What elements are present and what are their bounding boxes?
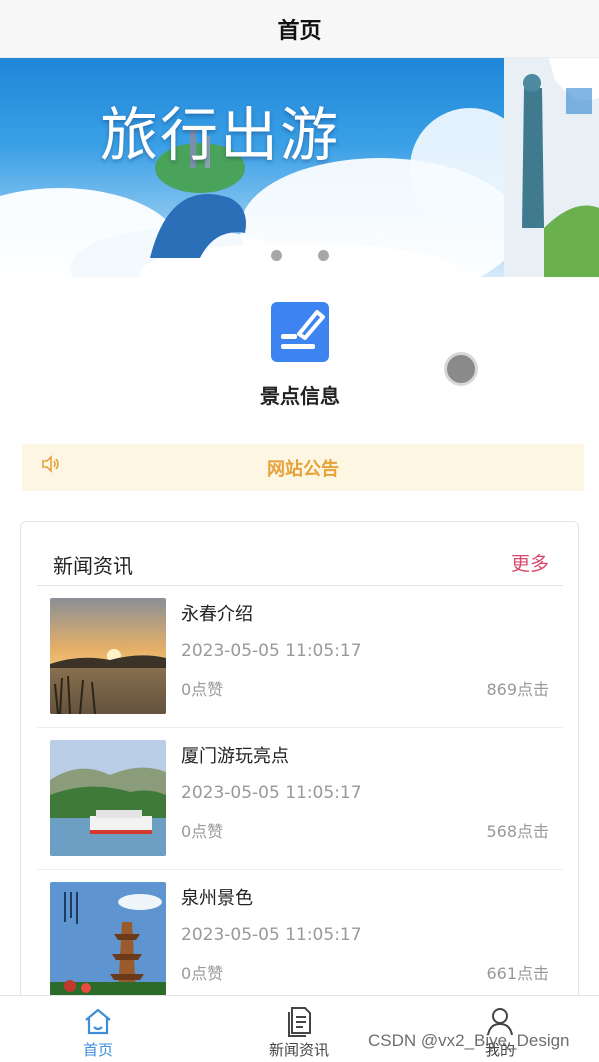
top-bar: 首页 [0,0,599,58]
news-item-time: 2023-05-05 11:05:17 [181,641,362,661]
carousel-dot[interactable] [317,250,329,261]
tab-label: 新闻资讯 [268,1041,329,1059]
feature-scenic-info[interactable]: 景点信息 [246,302,354,414]
statue-illustration [504,58,599,277]
document-icon [288,1007,311,1037]
notice-label: 网站公告 [267,458,339,480]
page-title: 首页 [277,18,322,44]
news-list-item[interactable]: 永春介绍 2023-05-05 11:05:17 0点赞 869点击 [37,586,563,728]
news-item-likes: 0点赞 [181,680,224,699]
news-thumbnail [50,598,166,714]
news-item-likes: 0点赞 [181,964,224,983]
watermark-text: CSDN @vx2_Biye_Design [368,1031,570,1050]
news-header: 新闻资讯 更多 [37,546,563,586]
carousel-indicators [0,250,599,261]
news-item-time: 2023-05-05 11:05:17 [181,783,362,803]
news-section-title: 新闻资讯 [53,554,133,578]
news-item-title: 泉州景色 [181,888,253,909]
tab-home[interactable]: 首页 [38,996,158,1062]
feature-label: 景点信息 [260,384,340,408]
news-thumbnail [50,740,166,856]
banner-slide-2[interactable] [504,58,599,277]
home-icon [85,1008,111,1035]
tab-profile[interactable]: 我的 [440,996,560,1062]
news-thumbnail [50,882,166,998]
news-list-item[interactable]: 泉州景色 2023-05-05 11:05:17 0点赞 661点击 [37,870,563,1000]
news-item-title: 厦门游玩亮点 [181,746,289,767]
carousel-dot[interactable] [270,250,282,261]
news-more-link[interactable]: 更多 [511,549,549,576]
notice-bar[interactable]: 网站公告 [22,444,584,491]
tab-news[interactable]: 新闻资讯 [239,996,359,1062]
banner-slide-1[interactable]: 旅行出游 [0,58,504,277]
news-list-item[interactable]: 厦门游玩亮点 2023-05-05 11:05:17 0点赞 568点击 [37,728,563,870]
banner-title: 旅行出游 [100,101,341,169]
news-item-likes: 0点赞 [181,822,224,841]
news-item-clicks: 568点击 [486,822,549,841]
tab-label: 首页 [82,1041,113,1059]
floating-assist-ball[interactable] [444,352,478,386]
news-item-clicks: 869点击 [486,680,549,699]
news-card: 新闻资讯 更多 永春介绍 2023-05-05 11:05:17 0点赞 869… [20,521,579,1001]
news-item-clicks: 661点击 [486,964,549,983]
banner-carousel[interactable]: 旅行出游 [0,58,599,277]
speaker-icon [42,455,59,473]
bottom-tab-bar: 首页 新闻资讯 我的 [0,995,599,1062]
news-item-time: 2023-05-05 11:05:17 [181,925,362,945]
edit-note-icon [271,302,329,362]
news-item-title: 永春介绍 [181,604,253,625]
